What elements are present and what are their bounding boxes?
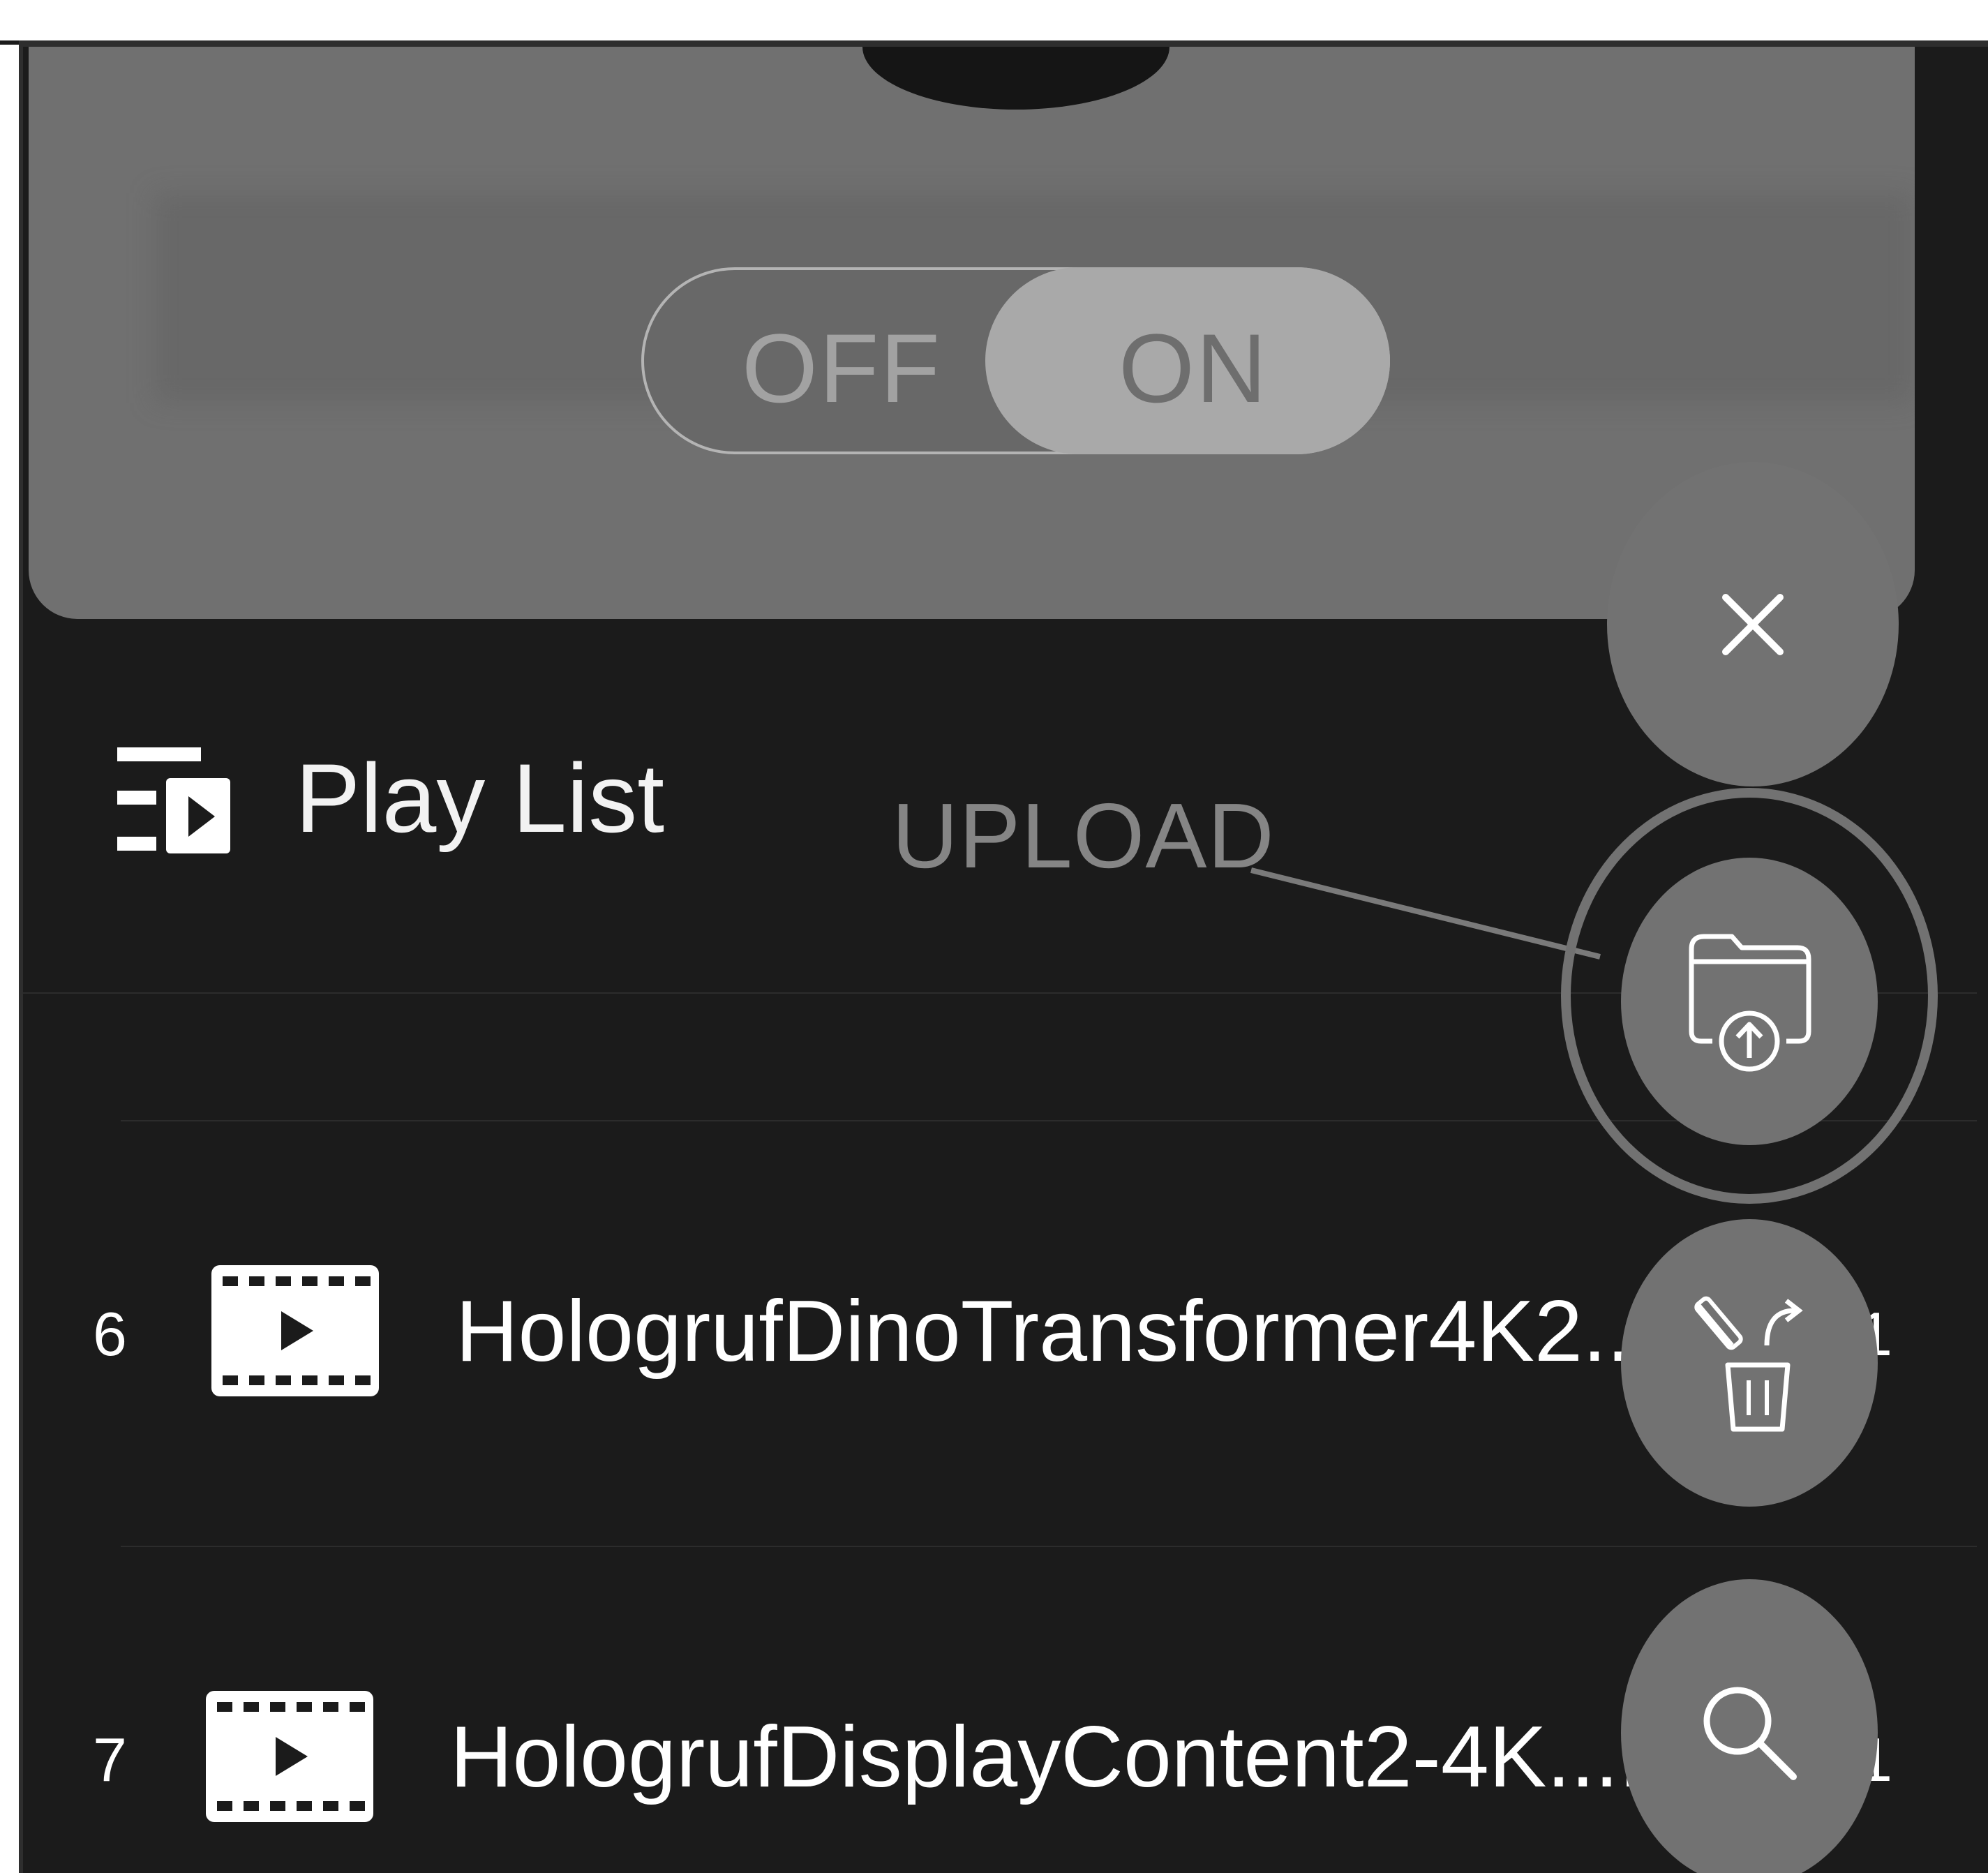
power-toggle[interactable]: OFF ON: [641, 267, 1390, 454]
folder-upload-icon: [1689, 934, 1811, 1072]
item-name: HologrufDinoTransformer4K2...: [456, 1283, 1655, 1380]
device-notch: [862, 47, 1169, 110]
upload-label: UPLOAD: [892, 784, 1275, 887]
delete-button[interactable]: [1621, 1219, 1878, 1507]
app-window: OFF ON Play List UPLOAD 6 HologrufDinoTr…: [19, 40, 1988, 1873]
close-icon: [1722, 593, 1784, 655]
toggle-on-label: ON: [1119, 313, 1268, 423]
delete-restore-icon: [1694, 1296, 1803, 1432]
search-icon: [1703, 1687, 1797, 1780]
upload-callout-line: [1250, 867, 1601, 960]
video-file-icon: [211, 1265, 379, 1396]
search-button[interactable]: [1621, 1579, 1878, 1873]
playlist-title: Play List: [295, 743, 665, 853]
item-index: 7: [93, 1725, 127, 1794]
close-button[interactable]: [1607, 462, 1899, 786]
screen: OFF ON Play List UPLOAD 6 HologrufDinoTr…: [0, 0, 1988, 1873]
video-file-icon: [206, 1691, 373, 1822]
toggle-off-label: OFF: [742, 313, 941, 423]
item-index: 6: [93, 1299, 127, 1368]
upload-button[interactable]: [1621, 858, 1878, 1145]
row-divider: [121, 1546, 1977, 1547]
item-name: HologrufDisplayContent2-4K....: [450, 1709, 1643, 1805]
playlist-icon: [117, 747, 230, 853]
